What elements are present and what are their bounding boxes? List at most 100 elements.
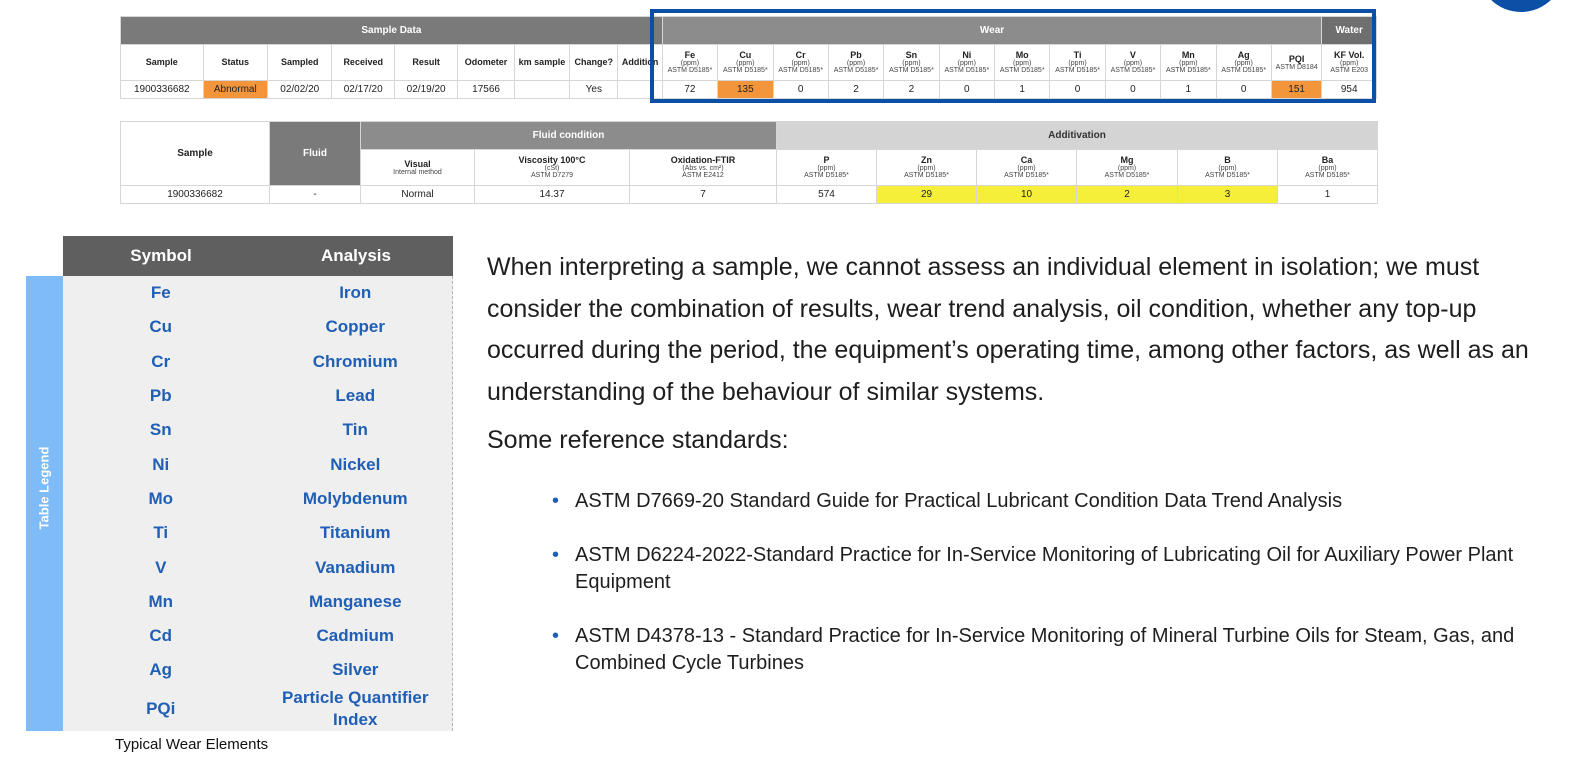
column-label: Cu xyxy=(739,50,752,60)
table-cell: 1900336682 xyxy=(120,185,270,204)
column-method: ASTM D5185* xyxy=(778,67,824,74)
legend-symbol: Sn xyxy=(149,420,172,440)
interpretation-paragraph: When interpreting a sample, we cannot as… xyxy=(487,253,1529,406)
column-header-pqi: PQI ASTM D8184 xyxy=(1270,44,1323,81)
table-cell: Yes xyxy=(569,80,619,99)
table-cell: 3 xyxy=(1177,185,1278,204)
references-list: ASTM D7669-20 Standard Guide for Practic… xyxy=(552,488,1562,704)
column-unit: (ppm) xyxy=(1117,165,1137,172)
column-label: Addition xyxy=(621,57,659,67)
legend-symbol: Fe xyxy=(150,283,171,303)
table-cell: 1 xyxy=(993,80,1051,99)
legend-row: Ni Nickel xyxy=(63,447,452,481)
column-header-ti: Ti (ppm) ASTM D5185* xyxy=(1049,44,1106,81)
column-label: Fe xyxy=(684,50,696,60)
legend-analysis: Tin xyxy=(342,420,368,440)
column-label: Sampled xyxy=(281,57,319,67)
reference-item: ASTM D6224-2022-Standard Practice for In… xyxy=(552,542,1562,597)
column-label: Received xyxy=(343,57,383,67)
legend-row: Mo Molybdenum xyxy=(63,482,452,516)
column-label: Mn xyxy=(1181,50,1195,60)
column-method: ASTM D5185* xyxy=(804,172,849,179)
legend-row: Mn Manganese xyxy=(63,585,452,619)
column-header-ag: Ag (ppm) ASTM D5185* xyxy=(1215,44,1272,81)
table-cell: 0 xyxy=(1104,80,1162,99)
column-method: ASTM D8184 xyxy=(1275,63,1318,71)
column-method: ASTM D5185* xyxy=(667,67,713,74)
legend-analysis: Molybdenum xyxy=(302,488,408,508)
table-cell: 1 xyxy=(1277,185,1378,204)
table-cell: 954 xyxy=(1321,80,1377,99)
column-header-ca: Ca (ppm) ASTM D5185* xyxy=(976,149,1077,186)
column-header-result: Result xyxy=(393,44,459,81)
column-method: ASTM D5185* xyxy=(889,67,934,74)
group-header-sample-data: Sample Data xyxy=(120,16,663,45)
column-label: Pb xyxy=(850,50,862,60)
legend-row: Cr Chromium xyxy=(63,345,452,379)
legend-row: Cd Cadmium xyxy=(63,619,452,653)
table-cell: 574 xyxy=(776,185,877,204)
table-cell xyxy=(617,80,663,99)
column-label: Odometer xyxy=(464,57,508,67)
column-header-oxidation-ftir: Oxidation-FTIR (Abs vs. cm²) ASTM E2412 xyxy=(629,149,777,186)
column-unit: (ppm) xyxy=(917,165,936,172)
legend-symbol: Mo xyxy=(148,488,174,508)
column-label: P xyxy=(823,155,830,165)
column-label: Ni xyxy=(962,50,972,60)
column-method: ASTM D5185* xyxy=(1165,67,1211,74)
column-method: Internal method xyxy=(393,168,442,176)
legend-analysis: Copper xyxy=(325,317,386,337)
column-header-mg: Mg (ppm) ASTM D5185* xyxy=(1076,149,1178,186)
legend-analysis: Vanadium xyxy=(315,557,396,577)
column-label: Viscosity 100°C xyxy=(518,155,586,165)
column-method: ASTM E2412 xyxy=(682,172,724,179)
table-cell: Normal xyxy=(360,185,475,204)
column-header-sample: Sample xyxy=(120,44,204,81)
column-header-km-sample: km sample xyxy=(513,44,571,81)
column-header-received: Received xyxy=(331,44,395,81)
column-header-change: Change? xyxy=(569,44,619,81)
table-cell: 135 xyxy=(717,80,774,99)
column-unit: (ppm) xyxy=(736,60,755,67)
column-method: ASTM D5185* xyxy=(1205,172,1250,179)
legend-analysis: Nickel xyxy=(330,454,381,474)
header-sample: Sample xyxy=(120,121,270,186)
legend-analysis: Lead xyxy=(335,386,376,406)
column-header-ni: Ni (ppm) ASTM D5185* xyxy=(938,44,996,81)
column-method: ASTM D5185* xyxy=(1110,67,1156,74)
table-cell: 2 xyxy=(827,80,885,99)
column-unit: (cSt) xyxy=(544,165,560,172)
column-method: ASTM D5185* xyxy=(944,67,990,74)
column-header-ba: Ba (ppm) ASTM D5185* xyxy=(1277,149,1378,186)
column-header-pb: Pb (ppm) ASTM D5185* xyxy=(827,44,885,81)
column-header-v: V (ppm) ASTM D5185* xyxy=(1104,44,1162,81)
legend-row: PQi Particle Quantifier Index xyxy=(63,688,452,730)
column-label: Sample xyxy=(145,57,178,67)
column-unit: (ppm) xyxy=(1218,165,1237,172)
table-cell: 10 xyxy=(976,185,1077,204)
column-method: ASTM D5185* xyxy=(1221,67,1267,74)
column-method: ASTM D7279 xyxy=(530,172,574,179)
table-cell: 02/17/20 xyxy=(331,80,395,99)
column-header-kf-vol: KF Vol. (ppm) ASTM E203 xyxy=(1321,44,1377,81)
legend-symbol: Ti xyxy=(153,523,169,543)
column-header-zn: Zn (ppm) ASTM D5185* xyxy=(876,149,977,186)
column-method: ASTM D5185* xyxy=(999,67,1045,74)
fluid-additivation-table: Sample Fluid Fluid condition Additivatio… xyxy=(120,121,1378,204)
column-label: Zn xyxy=(921,155,932,165)
column-header-sn: Sn (ppm) ASTM D5185* xyxy=(883,44,940,81)
column-label: V xyxy=(1129,50,1136,60)
table1-column-headers: Sample Status Sampled Received Result Odomete… xyxy=(120,44,1377,81)
legend-row: Fe Iron xyxy=(63,276,452,310)
table-row: 1900336682- Normal 14.37 7 574 29 10 2 3 1 xyxy=(120,185,1378,204)
column-label: Cr xyxy=(795,50,806,60)
column-label: Ba xyxy=(1321,155,1334,165)
legend-row: Cu Copper xyxy=(63,310,452,344)
legend-symbol: Mn xyxy=(148,591,174,611)
legend-row: V Vanadium xyxy=(63,550,452,584)
column-label: Ag xyxy=(1237,50,1250,60)
legend-analysis: Manganese xyxy=(308,591,402,611)
legend-analysis: Cadmium xyxy=(316,626,394,646)
legend-symbol: Cu xyxy=(149,317,173,337)
column-label: KF Vol. xyxy=(1334,50,1365,60)
